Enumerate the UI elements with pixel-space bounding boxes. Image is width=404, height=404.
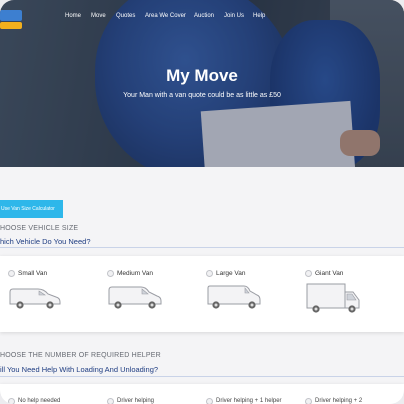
vehicle-option-label: Small Van [18, 270, 48, 277]
helper-option-label: No help needed [18, 398, 61, 404]
large-van-icon [207, 285, 261, 309]
vehicle-section-label: HOOSE VEHICLE SIZE [0, 225, 79, 232]
radio-small-van[interactable] [8, 270, 15, 277]
nav-join-us[interactable]: Join Us [224, 13, 244, 19]
helper-option-label: Driver helping + 2 [315, 398, 363, 404]
hero-subtitle: Your Man with a van quote could be as li… [123, 92, 281, 99]
vehicle-section-question: hich Vehicle Do You Need? [0, 237, 91, 246]
vehicle-option-label: Medium Van [117, 270, 154, 277]
radio-driver-helping[interactable] [107, 398, 114, 404]
helper-option-label: Driver helping [117, 398, 155, 404]
small-van-icon [9, 288, 61, 309]
main-nav: Home Move Quotes Area We Cover Auction J… [0, 13, 404, 25]
radio-large-van[interactable] [206, 270, 213, 277]
nav-area-we-cover[interactable]: Area We Cover [145, 13, 186, 19]
hero-title: My Move [166, 66, 238, 85]
nav-auction[interactable]: Auction [194, 13, 214, 19]
vehicle-option-label: Giant Van [315, 270, 344, 277]
vehicle-option-label: Large Van [216, 270, 246, 277]
medium-van-icon [108, 286, 162, 309]
vehicle-options-card: Small Van Medium Van Large Van Giant Van [0, 256, 404, 332]
nav-home[interactable]: Home [65, 13, 81, 19]
radio-medium-van[interactable] [107, 270, 114, 277]
helper-options-card: No help needed Driver helping Driver hel… [0, 384, 404, 404]
helper-section-divider [0, 376, 404, 377]
page: Home Move Quotes Area We Cover Auction J… [0, 0, 404, 404]
helper-option-label: Driver helping + 1 helper [216, 398, 282, 404]
helper-section-question: ill You Need Help With Loading And Unloa… [0, 365, 159, 374]
radio-driver-plus-2[interactable] [305, 398, 312, 404]
radio-giant-van[interactable] [305, 270, 312, 277]
radio-no-help[interactable] [8, 398, 15, 404]
hero-banner: Home Move Quotes Area We Cover Auction J… [0, 0, 404, 167]
helper-section-label: HOOSE THE NUMBER OF REQUIRED HELPER [0, 352, 161, 359]
radio-driver-plus-1[interactable] [206, 398, 213, 404]
nav-quotes[interactable]: Quotes [116, 13, 135, 19]
nav-move[interactable]: Move [91, 13, 106, 19]
nav-help[interactable]: Help [253, 13, 265, 19]
van-size-calculator-button[interactable]: Use Van Size Calculator [0, 200, 63, 218]
giant-van-icon [306, 283, 360, 313]
vehicle-section-divider [0, 247, 404, 248]
